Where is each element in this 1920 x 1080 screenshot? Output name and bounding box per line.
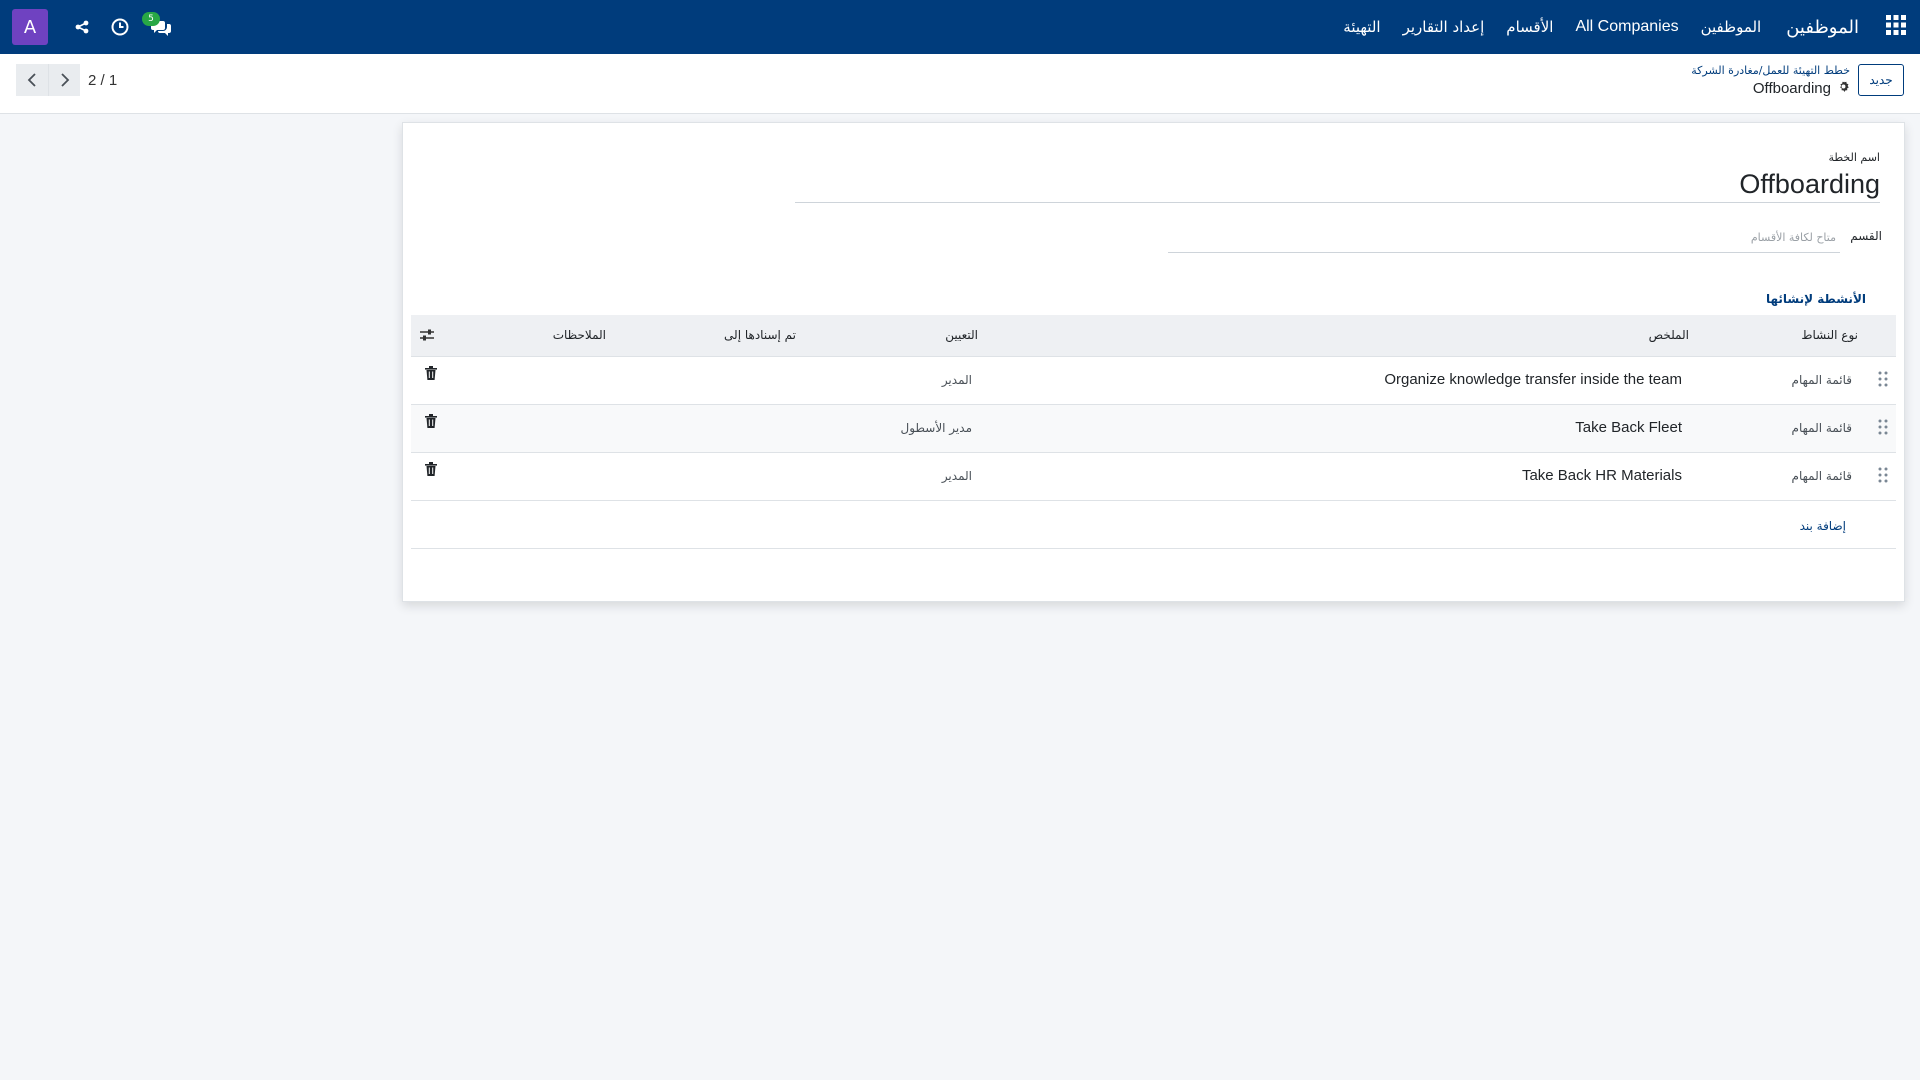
activities-table: نوع النشاط الملخص التعيين تم إسنادها إلى…	[411, 315, 1896, 549]
header-summary[interactable]: الملخص	[1649, 328, 1689, 342]
apps-menu-icon[interactable]	[1884, 13, 1908, 41]
row-activity-type: قائمة المهام	[1791, 469, 1852, 483]
pager-next-button[interactable]	[48, 64, 80, 96]
tab-activities-to-create[interactable]: الأنشطة لإنشائها	[1751, 283, 1880, 317]
breadcrumb-current-label: Offboarding	[1752, 80, 1831, 97]
clock-icon[interactable]	[104, 11, 136, 43]
header-notes[interactable]: الملاحظات	[553, 328, 606, 342]
trash-icon[interactable]	[425, 461, 437, 480]
pager-previous-button[interactable]	[16, 64, 48, 96]
menu-item-employees[interactable]: الموظفين	[1690, 18, 1773, 36]
chevron-right-icon	[60, 73, 69, 87]
systray: A 5	[12, 9, 182, 45]
row-summary: Take Back Fleet	[1575, 419, 1682, 436]
drag-handle-icon[interactable]	[1878, 467, 1888, 487]
main-menu: التهيئة إعداد التقارير الأقسام All Compa…	[1332, 0, 1908, 54]
breadcrumb: خطط التهيئة للعمل/مغادرة الشركة Offboard…	[1691, 64, 1850, 97]
department-input[interactable]: متاح لكافة الأقسام	[1168, 225, 1840, 253]
table-row[interactable]: قائمة المهام Organize knowledge transfer…	[411, 357, 1896, 405]
header-assignment[interactable]: التعيين	[945, 328, 978, 342]
breadcrumb-parent-link[interactable]: خطط التهيئة للعمل/مغادرة الشركة	[1691, 64, 1850, 78]
row-activity-type: قائمة المهام	[1791, 421, 1852, 435]
menu-item-departments[interactable]: الأقسام	[1495, 18, 1564, 36]
app-brand[interactable]: الموظفين	[1772, 17, 1870, 38]
row-activity-type: قائمة المهام	[1791, 373, 1852, 387]
trash-icon[interactable]	[425, 365, 437, 384]
row-assignment: المدير	[941, 373, 972, 387]
user-avatar[interactable]: A	[12, 9, 48, 45]
table-row[interactable]: قائمة المهام Take Back HR Materials المد…	[411, 453, 1896, 501]
header-assigned-to[interactable]: تم إسنادها إلى	[724, 328, 796, 342]
pager-value[interactable]: 2 / 1	[88, 72, 117, 89]
row-summary: Take Back HR Materials	[1521, 467, 1682, 484]
table-row[interactable]: قائمة المهام Take Back Fleet مدير الأسطو…	[411, 405, 1896, 453]
messages-icon[interactable]: 5	[142, 11, 182, 43]
gear-icon[interactable]	[1837, 80, 1850, 97]
row-summary: Organize knowledge transfer inside the t…	[1384, 371, 1682, 388]
menu-item-all-companies[interactable]: All Companies	[1564, 18, 1689, 36]
add-line-link[interactable]: إضافة بند	[1800, 519, 1846, 533]
pager: 2 / 1	[16, 64, 117, 96]
breadcrumb-current: Offboarding	[1691, 80, 1850, 97]
department-label: القسم	[1850, 229, 1882, 243]
plan-name-input[interactable]: Offboarding	[795, 167, 1880, 203]
trash-icon[interactable]	[425, 413, 437, 432]
menu-item-onboarding[interactable]: التهيئة	[1332, 18, 1391, 36]
plan-name-label: اسم الخطة	[1828, 151, 1880, 164]
form-sheet: اسم الخطة Offboarding القسم متاح لكافة ا…	[402, 122, 1905, 602]
menu-item-reporting[interactable]: إعداد التقارير	[1392, 18, 1496, 36]
activity-share-icon[interactable]	[66, 11, 98, 43]
row-assignment: المدير	[941, 469, 972, 483]
table-header: نوع النشاط الملخص التعيين تم إسنادها إلى…	[411, 315, 1896, 357]
new-button[interactable]: جديد	[1858, 64, 1904, 96]
drag-handle-icon[interactable]	[1878, 419, 1888, 439]
row-assignment: مدير الأسطول	[900, 421, 973, 435]
messages-count-badge: 5	[142, 12, 160, 26]
optional-columns-icon[interactable]	[419, 328, 435, 345]
drag-handle-icon[interactable]	[1878, 371, 1888, 391]
header-activity-type[interactable]: نوع النشاط	[1801, 328, 1858, 342]
add-line-row: إضافة بند	[411, 501, 1896, 549]
top-navbar: A 5 التهيئة إعداد التقارير الأقسام All C…	[0, 0, 1920, 54]
control-panel: 2 / 1 خطط التهيئة للعمل/مغادرة الشركة Of…	[0, 54, 1920, 114]
chevron-left-icon	[27, 73, 36, 87]
